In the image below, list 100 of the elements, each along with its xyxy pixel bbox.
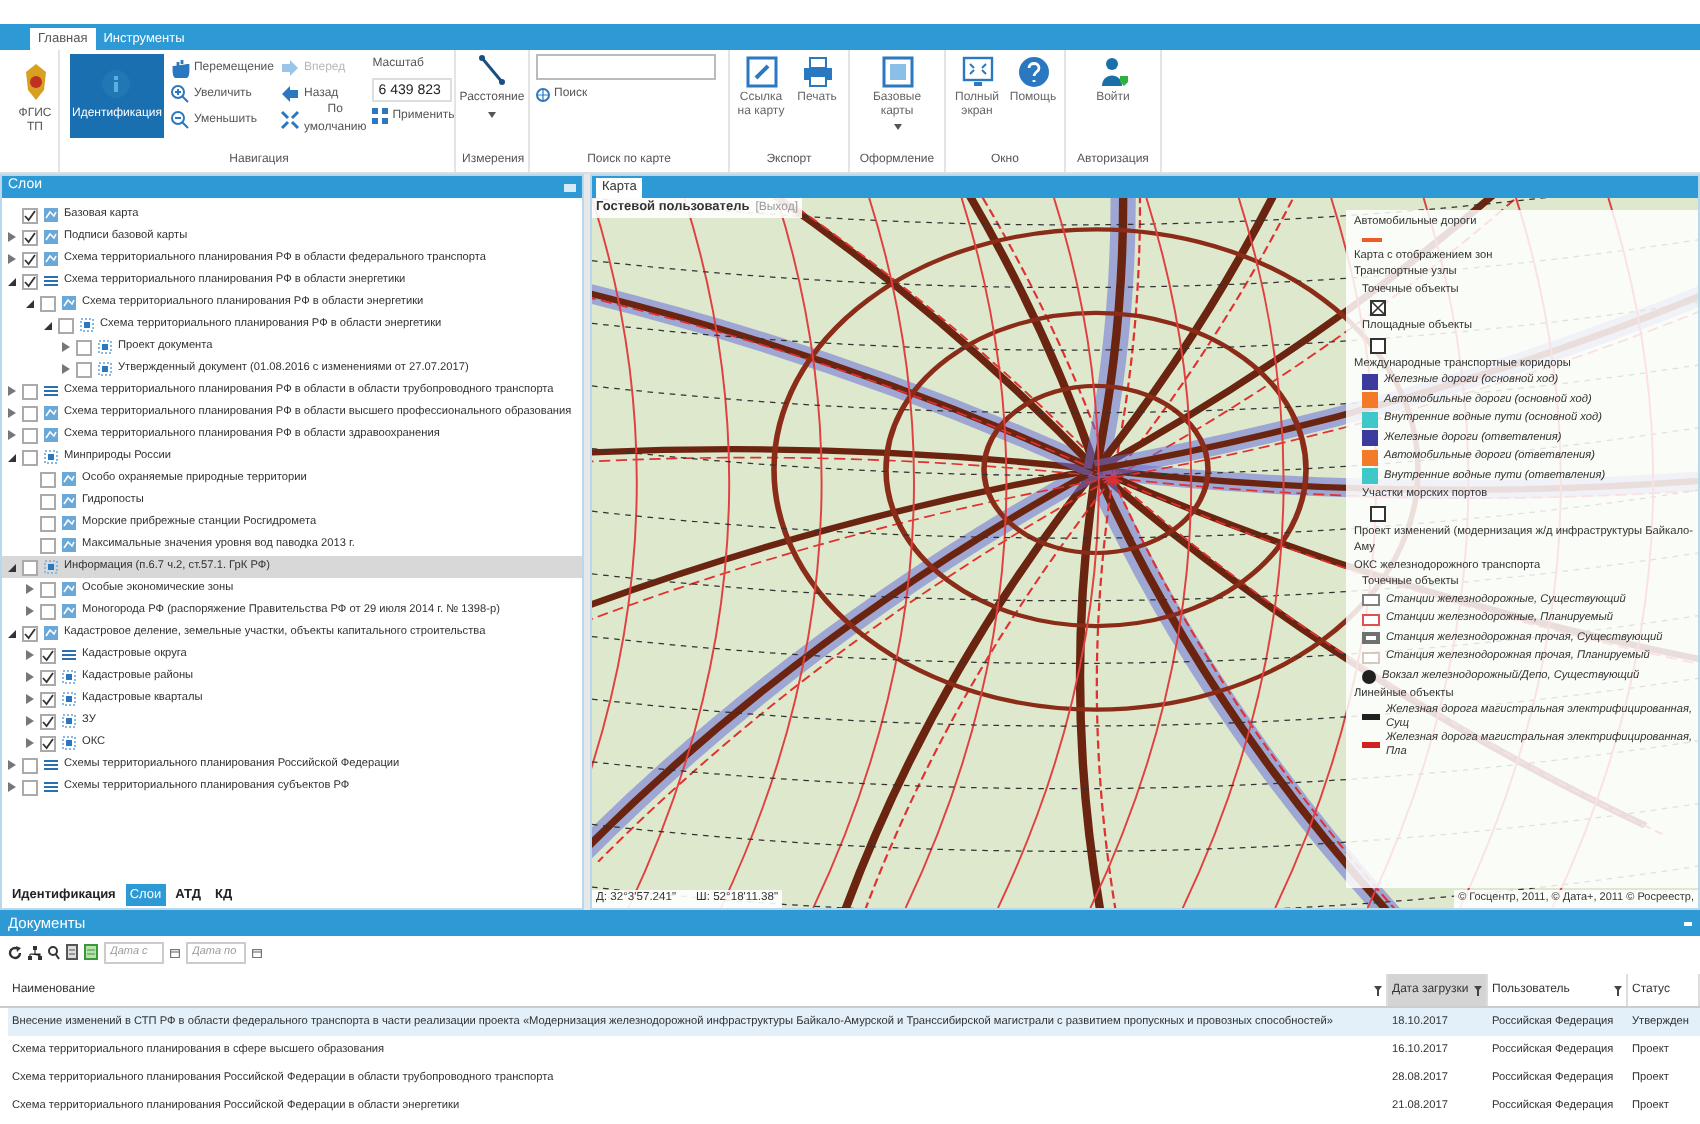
checked-checkbox[interactable] — [40, 735, 56, 751]
checkbox[interactable] — [40, 603, 56, 619]
filter-icon[interactable] — [1474, 985, 1482, 995]
layer-square-icon — [80, 318, 94, 332]
layer-square-icon — [44, 450, 58, 464]
map-layer-icon — [62, 296, 76, 310]
checkbox[interactable] — [22, 383, 38, 399]
collapsed-arrow-icon[interactable] — [26, 672, 34, 682]
arrow-left-icon — [279, 84, 300, 104]
map-layer-icon — [62, 604, 76, 618]
refresh-icon[interactable] — [8, 945, 22, 959]
checked-checkbox[interactable] — [22, 207, 38, 223]
search-icon[interactable] — [48, 945, 60, 959]
checkbox[interactable] — [22, 405, 38, 421]
checkbox[interactable] — [40, 581, 56, 597]
list-icon — [44, 758, 58, 772]
checkbox[interactable] — [22, 779, 38, 795]
checkbox[interactable] — [40, 537, 56, 553]
layer-square-icon — [98, 362, 112, 376]
collapsed-arrow-icon[interactable] — [8, 782, 16, 792]
crossed-box-icon — [1370, 300, 1386, 316]
emblem-icon — [21, 62, 49, 102]
layer-square-icon — [98, 340, 112, 354]
expanded-arrow-icon[interactable] — [8, 563, 16, 571]
map-layer-icon — [62, 582, 76, 596]
map-layer-icon — [62, 516, 76, 530]
user-icon — [1097, 56, 1129, 88]
checked-checkbox[interactable] — [22, 251, 38, 267]
collapsed-arrow-icon[interactable] — [26, 650, 34, 660]
collapsed-arrow-icon[interactable] — [26, 584, 34, 594]
map-layer-icon — [62, 538, 76, 552]
list-icon — [44, 274, 58, 288]
layer-square-icon — [62, 692, 76, 706]
filter-icon[interactable] — [1614, 985, 1622, 995]
checkbox[interactable] — [40, 295, 56, 311]
checkbox[interactable] — [40, 493, 56, 509]
collapsed-arrow-icon[interactable] — [8, 430, 16, 440]
checkbox[interactable] — [40, 471, 56, 487]
collapsed-arrow-icon[interactable] — [8, 232, 16, 242]
collapsed-arrow-icon[interactable] — [8, 254, 16, 264]
layer-square-icon — [44, 560, 58, 574]
collapsed-arrow-icon[interactable] — [8, 760, 16, 770]
arrows-icon — [279, 110, 300, 130]
help-icon — [1017, 56, 1049, 88]
layers-icon — [881, 56, 913, 88]
hierarchy-icon[interactable] — [28, 945, 42, 959]
layer-square-icon — [62, 736, 76, 750]
checkbox[interactable] — [22, 757, 38, 773]
checked-checkbox[interactable] — [22, 229, 38, 245]
document-icon[interactable] — [66, 944, 78, 960]
expanded-arrow-icon[interactable] — [8, 453, 16, 461]
calendar-icon[interactable] — [252, 947, 262, 957]
checked-checkbox[interactable] — [40, 691, 56, 707]
search-field[interactable] — [536, 54, 716, 80]
checked-checkbox[interactable] — [40, 713, 56, 729]
collapsed-arrow-icon[interactable] — [8, 408, 16, 418]
checked-checkbox[interactable] — [40, 647, 56, 663]
calendar-icon[interactable] — [170, 947, 180, 957]
spreadsheet-icon[interactable] — [84, 944, 98, 960]
checkbox[interactable] — [22, 427, 38, 443]
box-icon — [1370, 337, 1386, 353]
link-icon — [745, 56, 777, 88]
grid-icon — [372, 108, 389, 124]
map-layer-icon — [44, 626, 58, 640]
layer-square-icon — [62, 714, 76, 728]
map-layer-icon — [62, 472, 76, 486]
filter-icon[interactable] — [1374, 985, 1382, 995]
map-layer-icon — [44, 208, 58, 222]
collapsed-arrow-icon[interactable] — [8, 386, 16, 396]
checkbox[interactable] — [76, 361, 92, 377]
checked-checkbox[interactable] — [22, 625, 38, 641]
checkbox[interactable] — [22, 449, 38, 465]
list-icon — [44, 384, 58, 398]
layer-square-icon — [62, 670, 76, 684]
collapsed-arrow-icon[interactable] — [62, 342, 70, 352]
checked-checkbox[interactable] — [22, 273, 38, 289]
checkbox[interactable] — [22, 559, 38, 575]
caret-icon — [488, 112, 496, 118]
checked-checkbox[interactable] — [40, 669, 56, 685]
checkbox[interactable] — [40, 515, 56, 531]
expanded-arrow-icon[interactable] — [26, 299, 34, 307]
ruler-line-icon — [478, 54, 506, 86]
list-icon — [62, 648, 76, 662]
collapsed-arrow-icon[interactable] — [26, 606, 34, 616]
expanded-arrow-icon[interactable] — [8, 277, 16, 285]
collapsed-arrow-icon[interactable] — [26, 694, 34, 704]
list-icon — [44, 780, 58, 794]
collapsed-arrow-icon[interactable] — [26, 716, 34, 726]
box-icon — [1370, 505, 1386, 521]
collapsed-arrow-icon[interactable] — [62, 364, 70, 374]
table-row[interactable] — [8, 1008, 1700, 1036]
expanded-arrow-icon[interactable] — [8, 629, 16, 637]
globe-icon — [536, 88, 550, 102]
checkbox[interactable] — [58, 317, 74, 333]
checkbox[interactable] — [76, 339, 92, 355]
zoom-in-icon — [169, 84, 190, 104]
expanded-arrow-icon[interactable] — [44, 321, 52, 329]
map-layer-icon — [44, 230, 58, 244]
collapsed-arrow-icon[interactable] — [26, 738, 34, 748]
map-layer-icon — [62, 494, 76, 508]
